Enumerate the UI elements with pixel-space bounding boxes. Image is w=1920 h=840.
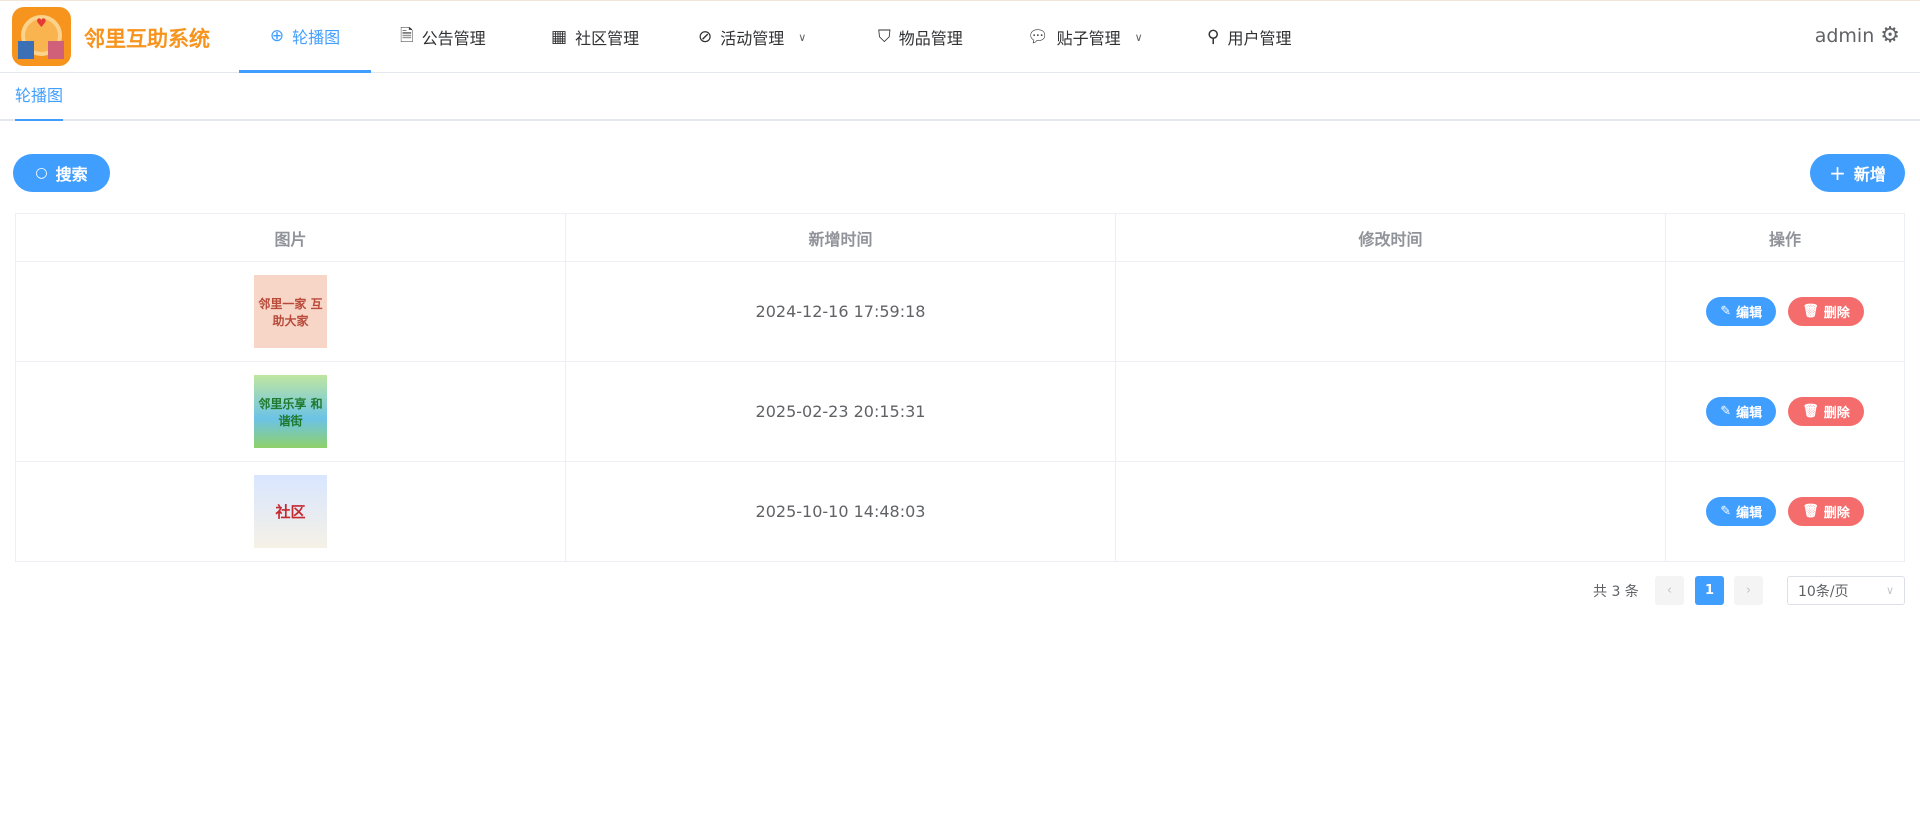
edit-label: 编辑 — [1736, 306, 1763, 321]
tab-bar: 轮播图 — [0, 73, 1920, 121]
username: admin — [1814, 24, 1875, 47]
delete-button[interactable]: 🗑︎ 删除 — [1788, 497, 1864, 526]
chevron-down-icon: ∨ — [1885, 584, 1894, 597]
thumbnail-text: 邻里一家 互助大家 — [258, 296, 323, 328]
nav-label: 轮播图 — [292, 27, 341, 47]
search-icon: ○ — [35, 165, 48, 181]
edit-icon: ✎ — [1720, 304, 1732, 319]
edit-label: 编辑 — [1736, 506, 1763, 521]
next-page-button[interactable]: › — [1734, 576, 1763, 605]
nav-item-announcements[interactable]: 🗎 公告管理 — [400, 1, 486, 73]
prev-page-button[interactable]: ‹ — [1655, 576, 1684, 605]
link-icon: ⊘ — [698, 27, 713, 47]
page-button-current[interactable]: 1 — [1695, 576, 1724, 605]
nav-item-items[interactable]: ⛉ 物品管理 — [878, 1, 963, 73]
edit-label: 编辑 — [1736, 406, 1763, 421]
edit-icon: ✎ — [1720, 504, 1732, 519]
delete-button[interactable]: 🗑︎ 删除 — [1788, 397, 1864, 426]
created-time: 2025-02-23 20:15:31 — [565, 361, 1116, 462]
table-row: 邻里乐享 和谐街 2025-02-23 20:15:31 ✎ 编辑 🗑︎ 删除 — [15, 361, 1905, 462]
thumbnail-text: 邻里乐享 和谐街 — [258, 396, 323, 428]
user-icon: ⚲ — [1207, 27, 1220, 47]
add-label: 新增 — [1853, 165, 1886, 184]
trash-icon: 🗑︎ — [1802, 404, 1819, 419]
carousel-table: 图片 新增时间 修改时间 操作 邻里一家 互助大家 2024-12-16 17:… — [15, 213, 1905, 562]
modified-time — [1115, 461, 1666, 562]
bag-icon: ⛉ — [878, 27, 891, 47]
add-button[interactable]: + 新增 — [1810, 154, 1905, 192]
app-logo: ♥ — [12, 7, 71, 66]
carousel-thumbnail[interactable]: 邻里一家 互助大家 — [254, 275, 327, 348]
document-icon: 🗎 — [400, 25, 414, 46]
edit-button[interactable]: ✎ 编辑 — [1706, 297, 1777, 326]
nav-item-posts[interactable]: 💬︎ 贴子管理 ∨ — [1027, 1, 1143, 73]
trash-icon: 🗑︎ — [1802, 504, 1819, 519]
search-button[interactable]: ○ 搜索 — [13, 154, 110, 192]
compass-icon: ⊕ — [269, 25, 285, 46]
created-time: 2024-12-16 17:59:18 — [565, 261, 1116, 362]
edit-icon: ✎ — [1720, 404, 1732, 419]
nav-label: 用户管理 — [1227, 29, 1292, 48]
delete-label: 删除 — [1823, 406, 1850, 421]
created-time: 2025-10-10 14:48:03 — [565, 461, 1116, 562]
nav-label: 公告管理 — [421, 29, 486, 48]
chevron-left-icon: ‹ — [1666, 583, 1673, 598]
tab-carousel[interactable]: 轮播图 — [15, 73, 64, 121]
nav-item-community[interactable]: ▦ 社区管理 — [551, 1, 639, 73]
delete-button[interactable]: 🗑︎ 删除 — [1788, 297, 1864, 326]
page-size-select[interactable]: 10条/页 ∨ — [1787, 576, 1905, 605]
nav-item-users[interactable]: ⚲ 用户管理 — [1207, 1, 1291, 73]
chevron-down-icon: ∨ — [1134, 30, 1143, 44]
user-menu[interactable]: admin ⚙ — [1815, 23, 1900, 48]
nav-label: 贴子管理 — [1056, 29, 1121, 48]
top-navbar: ♥ 邻里互助系统 ⊕ 轮播图 🗎 公告管理 ▦ 社区管理 ⊘ 活动管理 ∨ ⛉ 物品管理 💬… — [0, 1, 1920, 73]
nav-label: 活动管理 — [720, 29, 785, 48]
modified-time — [1115, 261, 1666, 362]
trash-icon: 🗑︎ — [1802, 304, 1819, 319]
table-row: 邻里一家 互助大家 2024-12-16 17:59:18 ✎ 编辑 🗑︎ 删除 — [15, 261, 1905, 362]
table-row: 社区 2025-10-10 14:48:03 ✎ 编辑 🗑︎ 删除 — [15, 461, 1905, 562]
nav-label: 物品管理 — [898, 29, 963, 48]
page-size-value: 10条/页 — [1798, 583, 1849, 600]
nav-item-carousel[interactable]: ⊕ 轮播图 — [239, 1, 371, 73]
nav-label: 社区管理 — [575, 29, 640, 48]
search-label: 搜索 — [55, 165, 88, 184]
gear-icon: ⚙ — [1880, 23, 1900, 48]
app-title: 邻里互助系统 — [84, 27, 210, 51]
delete-label: 删除 — [1823, 506, 1850, 521]
column-header-actions: 操作 — [1665, 213, 1905, 262]
chevron-down-icon: ∨ — [798, 30, 807, 44]
plus-icon: + — [1829, 161, 1846, 185]
column-header-modified: 修改时间 — [1115, 213, 1666, 262]
edit-button[interactable]: ✎ 编辑 — [1706, 397, 1777, 426]
thumbnail-text: 社区 — [275, 503, 306, 521]
carousel-thumbnail[interactable]: 邻里乐享 和谐街 — [254, 375, 327, 448]
modified-time — [1115, 361, 1666, 462]
column-header-created: 新增时间 — [565, 213, 1116, 262]
nav-item-activities[interactable]: ⊘ 活动管理 ∨ — [698, 1, 806, 73]
delete-label: 删除 — [1823, 306, 1850, 321]
building-icon: ▦ — [551, 27, 568, 47]
column-header-image: 图片 — [15, 213, 566, 262]
edit-button[interactable]: ✎ 编辑 — [1706, 497, 1777, 526]
chat-icon: 💬︎ — [1027, 27, 1049, 47]
pagination-total: 共 3 条 — [1593, 583, 1639, 600]
carousel-thumbnail[interactable]: 社区 — [254, 475, 327, 548]
chevron-right-icon: › — [1745, 583, 1752, 598]
